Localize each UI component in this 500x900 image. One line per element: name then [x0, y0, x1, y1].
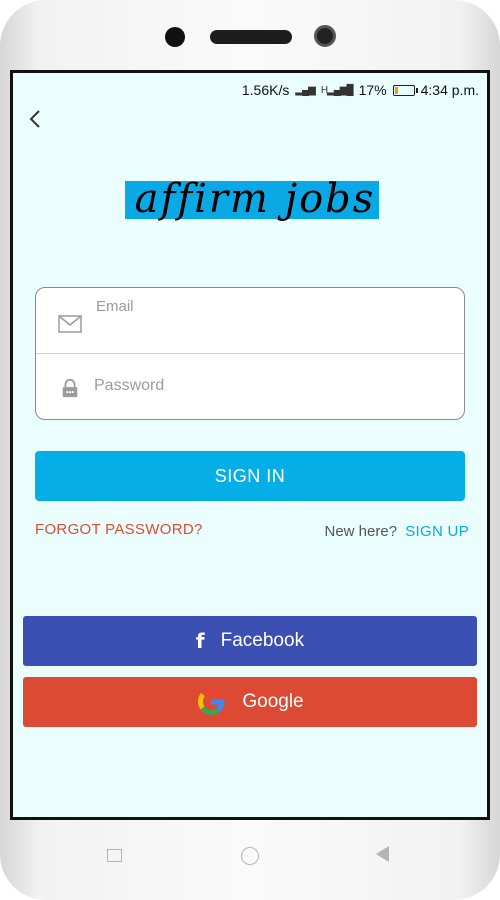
network-speed: 1.56K/s	[241, 82, 290, 98]
facebook-login-button[interactable]: f Facebook	[23, 616, 477, 666]
chevron-left-icon	[29, 110, 40, 128]
mail-icon	[58, 315, 82, 333]
signal-icon: ▂▄▆	[295, 84, 315, 96]
sign-in-button[interactable]: SIGN IN	[35, 451, 465, 501]
home-icon[interactable]	[241, 847, 259, 865]
status-bar: 1.56K/s ▂▄▆ H▂▄▆█ 17% 4:34 p.m.	[242, 80, 479, 100]
earpiece-speaker	[210, 30, 292, 44]
email-label: Email	[96, 298, 134, 315]
new-here-label: New here?	[324, 523, 398, 540]
phone-frame: 1.56K/s ▂▄▆ H▂▄▆█ 17% 4:34 p.m. affirm j…	[0, 0, 500, 900]
google-label: Google	[242, 691, 304, 712]
login-form: Email	[35, 287, 465, 420]
google-icon	[198, 688, 225, 715]
sign-up-link[interactable]: SIGN UP	[405, 523, 469, 540]
password-input[interactable]	[94, 372, 444, 400]
lock-icon	[62, 378, 78, 398]
new-here-prompt: New here? SIGN UP	[325, 523, 470, 540]
recent-apps-icon[interactable]	[107, 849, 122, 862]
front-camera	[314, 25, 336, 47]
clock: 4:34 p.m.	[420, 82, 479, 98]
battery-icon	[392, 84, 418, 96]
app-screen: 1.56K/s ▂▄▆ H▂▄▆█ 17% 4:34 p.m. affirm j…	[13, 73, 487, 817]
battery-percent: 17%	[358, 82, 387, 98]
hplus-signal-icon: H▂▄▆█	[320, 84, 354, 96]
facebook-icon: f	[195, 629, 205, 653]
proximity-sensor	[165, 27, 185, 47]
back-button[interactable]	[25, 108, 49, 132]
android-nav-bar	[0, 835, 500, 880]
forgot-password-link[interactable]: FORGOT PASSWORD?	[35, 521, 203, 538]
google-login-button[interactable]: Google	[23, 677, 477, 727]
password-field[interactable]	[36, 354, 464, 420]
email-input[interactable]	[94, 316, 444, 344]
back-triangle-icon[interactable]	[376, 846, 389, 862]
app-logo: affirm jobs	[134, 176, 376, 222]
email-field[interactable]: Email	[36, 288, 464, 354]
facebook-label: Facebook	[220, 630, 305, 651]
screen: 1.56K/s ▂▄▆ H▂▄▆█ 17% 4:34 p.m. affirm j…	[10, 70, 490, 820]
